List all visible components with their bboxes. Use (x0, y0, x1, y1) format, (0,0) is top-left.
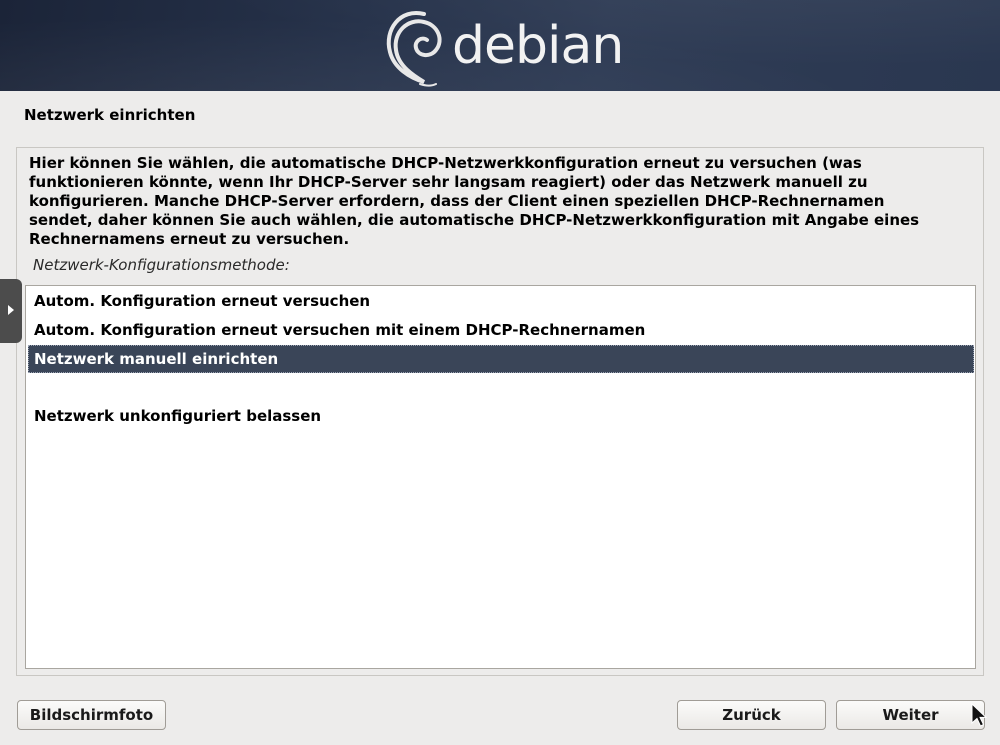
mouse-pointer-icon (971, 703, 987, 727)
config-method-list[interactable]: Autom. Konfiguration erneut versuchen Au… (25, 285, 976, 669)
description: Hier können Sie wählen, die automatische… (29, 154, 979, 249)
option-leave-unconfigured[interactable]: Netzwerk unkonfiguriert belassen (28, 402, 974, 430)
description-line: funktionieren könnte, wenn Ihr DHCP-Serv… (29, 173, 868, 191)
description-line: konfigurieren. Manche DHCP-Server erford… (29, 192, 885, 210)
question-label: Netzwerk-Konfigurationsmethode: (33, 256, 290, 274)
expand-arrow-icon (8, 305, 14, 315)
next-button[interactable]: Weiter (836, 700, 985, 730)
screenshot-button[interactable]: Bildschirmfoto (17, 700, 166, 730)
page-title: Netzwerk einrichten (24, 106, 196, 124)
debian-banner: debian (0, 0, 1000, 91)
logo-text: debian (452, 16, 624, 76)
description-line: Hier können Sie wählen, die automatische… (29, 154, 862, 172)
description-line: Rechnernamens erneut zu versuchen. (29, 230, 350, 248)
debian-swirl-icon (386, 11, 442, 87)
debian-logo: debian (380, 4, 624, 88)
option-retry-autoconfig-hostname[interactable]: Autom. Konfiguration erneut versuchen mi… (28, 316, 974, 344)
option-retry-autoconfig[interactable]: Autom. Konfiguration erneut versuchen (28, 287, 974, 315)
option-manual-config[interactable]: Netzwerk manuell einrichten (28, 345, 974, 373)
option-empty[interactable] (28, 374, 974, 402)
back-button[interactable]: Zurück (677, 700, 826, 730)
side-panel-toggle[interactable] (0, 279, 22, 343)
description-line: sendet, daher können Sie auch wählen, di… (29, 211, 920, 229)
